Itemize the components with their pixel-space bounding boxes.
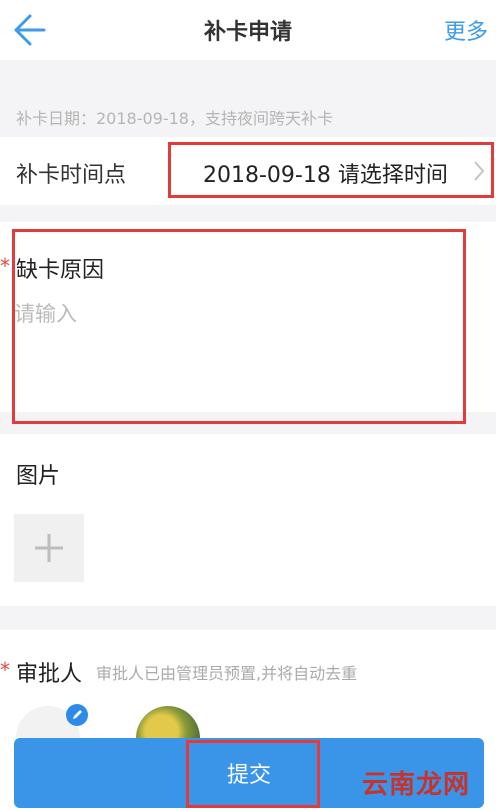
add-photo-button[interactable] <box>14 514 84 582</box>
watermark-logo: 云南龙网 <box>362 770 471 800</box>
reason-label: 缺卡原因 <box>16 258 105 283</box>
page-title: 补卡申请 <box>203 20 292 45</box>
edit-approver-button[interactable] <box>66 704 88 726</box>
date-hint: 补卡日期：2018-09-18，支持夜间跨天补卡 <box>16 109 333 128</box>
approver-note: 审批人已由管理员预置,并将自动去重 <box>96 664 358 683</box>
photo-section: 图片 <box>0 434 496 606</box>
required-mark: * <box>0 658 10 682</box>
time-label: 补卡时间点 <box>16 163 127 188</box>
required-mark: * <box>0 254 10 278</box>
photo-label: 图片 <box>16 464 61 489</box>
pencil-icon <box>73 710 82 719</box>
app-header: 补卡申请 更多 <box>0 0 496 60</box>
approver-label: 审批人 <box>16 662 83 687</box>
reason-input[interactable] <box>14 298 454 398</box>
time-value: 2018-09-18 请选择时间 <box>203 163 448 188</box>
submit-highlight-box <box>186 740 320 808</box>
reason-section: * 缺卡原因 <box>0 222 496 412</box>
plus-icon <box>35 534 63 562</box>
chevron-right-icon <box>474 161 485 181</box>
time-row: 补卡时间点 2018-09-18 请选择时间 <box>0 137 496 205</box>
time-picker[interactable]: 2018-09-18 请选择时间 <box>168 142 494 198</box>
more-link[interactable]: 更多 <box>444 14 488 46</box>
